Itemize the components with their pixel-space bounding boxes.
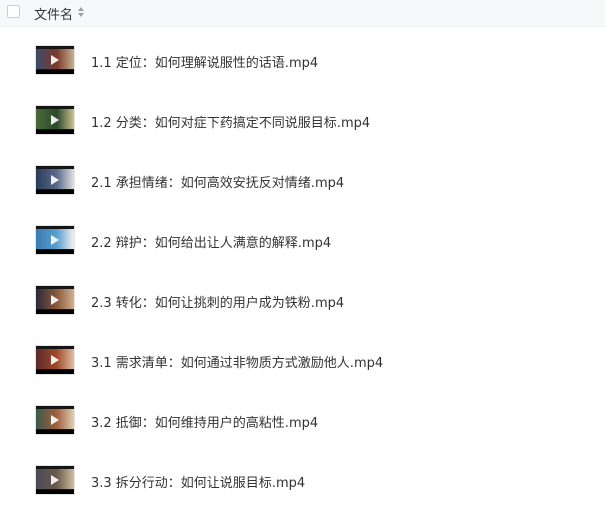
video-thumbnail-icon[interactable] — [35, 285, 75, 315]
play-icon — [51, 175, 59, 185]
file-name[interactable]: 2.3 转化：如何让挑刺的用户成为铁粉.mp4 — [91, 292, 344, 311]
file-row[interactable]: 3.3 拆分行动：如何让说服目标.mp4 — [0, 465, 605, 525]
file-name[interactable]: 1.2 分类：如何对症下药搞定不同说服目标.mp4 — [91, 112, 370, 131]
video-thumbnail-icon[interactable] — [35, 165, 75, 195]
video-thumbnail-icon[interactable] — [35, 45, 75, 75]
column-header-filename[interactable]: 文件名 — [34, 4, 73, 23]
video-thumbnail-icon[interactable] — [35, 345, 75, 375]
play-icon — [51, 55, 59, 65]
file-row[interactable]: 2.1 承担情绪：如何高效安抚反对情绪.mp4 — [0, 165, 605, 225]
sort-icon[interactable] — [77, 6, 85, 18]
play-icon — [51, 415, 59, 425]
file-name[interactable]: 3.2 抵御：如何维持用户的高粘性.mp4 — [91, 412, 318, 431]
file-row[interactable]: 3.2 抵御：如何维持用户的高粘性.mp4 — [0, 405, 605, 465]
file-row[interactable]: 1.1 定位：如何理解说服性的话语.mp4 — [0, 45, 605, 105]
video-thumbnail-icon[interactable] — [35, 225, 75, 255]
play-icon — [51, 475, 59, 485]
video-thumbnail-icon[interactable] — [35, 405, 75, 435]
file-row[interactable]: 2.2 辩护：如何给出让人满意的解释.mp4 — [0, 225, 605, 285]
file-row[interactable]: 1.2 分类：如何对症下药搞定不同说服目标.mp4 — [0, 105, 605, 165]
play-icon — [51, 115, 59, 125]
file-name[interactable]: 3.3 拆分行动：如何让说服目标.mp4 — [91, 472, 305, 491]
file-name[interactable]: 2.2 辩护：如何给出让人满意的解释.mp4 — [91, 232, 331, 251]
play-icon — [51, 295, 59, 305]
play-icon — [51, 235, 59, 245]
video-thumbnail-icon[interactable] — [35, 105, 75, 135]
file-row[interactable]: 3.1 需求清单：如何通过非物质方式激励他人.mp4 — [0, 345, 605, 405]
file-name[interactable]: 2.1 承担情绪：如何高效安抚反对情绪.mp4 — [91, 172, 344, 191]
video-thumbnail-icon[interactable] — [35, 465, 75, 495]
select-all-checkbox[interactable] — [7, 5, 20, 18]
file-list-header: 文件名 — [0, 0, 605, 27]
play-icon — [51, 355, 59, 365]
file-row[interactable]: 2.3 转化：如何让挑刺的用户成为铁粉.mp4 — [0, 285, 605, 345]
file-name[interactable]: 1.1 定位：如何理解说服性的话语.mp4 — [91, 52, 318, 71]
file-name[interactable]: 3.1 需求清单：如何通过非物质方式激励他人.mp4 — [91, 352, 383, 371]
